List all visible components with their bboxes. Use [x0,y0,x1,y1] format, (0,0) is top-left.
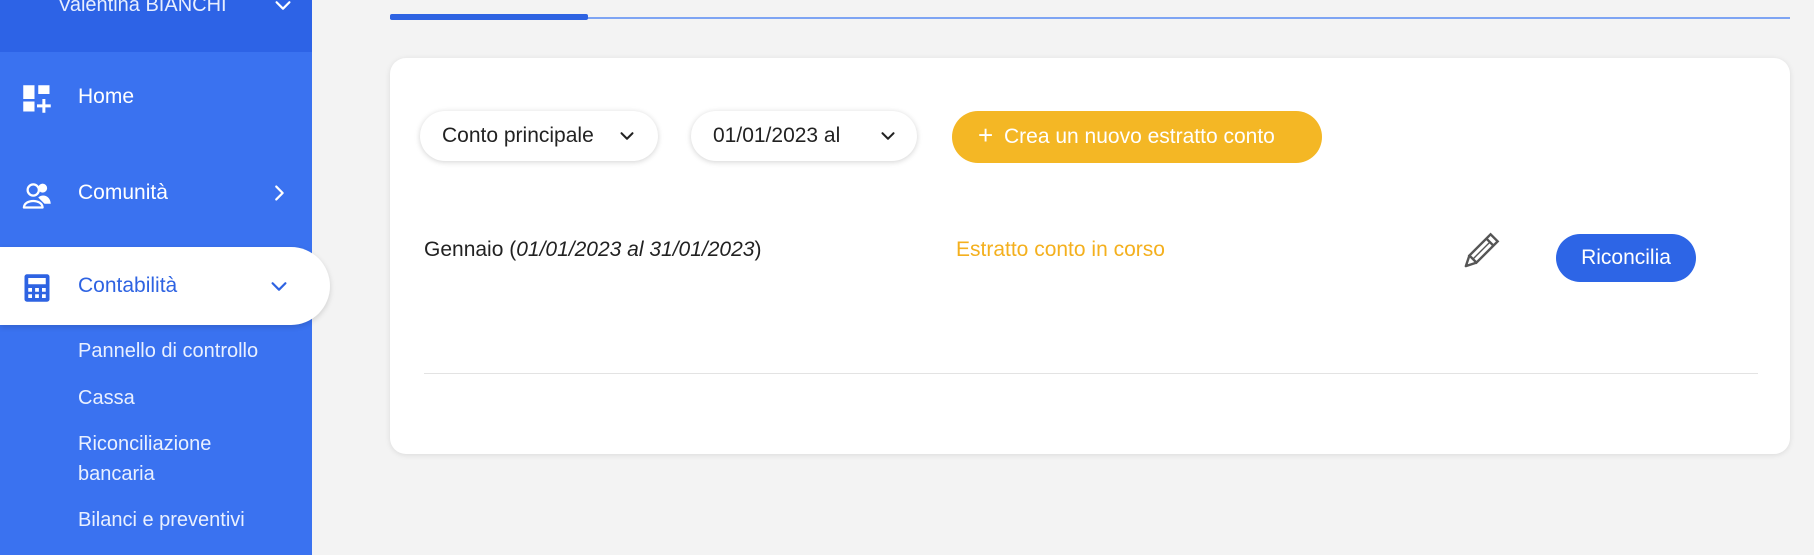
account-select-value: Conto principale [442,124,594,147]
subnav-cassa[interactable]: Cassa [78,383,135,413]
subnav-riconciliazione-bancaria[interactable]: Riconciliazione bancaria [78,429,278,489]
chevron-down-icon [620,132,634,140]
sidebar-item-contabilita[interactable]: Contabilità [0,247,330,325]
subnav-pannello-di-controllo[interactable]: Pannello di controllo [78,336,258,366]
user-name: Valentina BIANCHI [58,0,227,16]
subnav-bilanci-e-preventivi[interactable]: Bilanci e preventivi [78,505,245,535]
chevron-down-icon [881,132,895,140]
chevron-down-icon[interactable] [272,0,294,16]
date-select[interactable]: 01/01/2023 al [691,111,917,161]
dashboard-icon [23,85,51,113]
statement-dates: 01/01/2023 al 31/01/2023 [516,238,755,261]
tabs-underline [390,17,1790,19]
sidebar-item-comunita[interactable]: Comunità [0,154,312,230]
account-select[interactable]: Conto principale [420,111,658,161]
row-divider [424,373,1758,374]
create-statement-label: Crea un nuovo estratto conto [1004,125,1275,148]
statement-row: Gennaio (01/01/2023 al 31/01/2023) Estra… [424,208,1758,374]
statement-card: Conto principale 01/01/2023 al + Crea un… [390,58,1790,454]
sidebar-item-label: Home [78,85,135,108]
pencil-icon[interactable] [1456,228,1504,276]
active-tab-indicator[interactable] [390,14,588,20]
sidebar-item-home[interactable]: Home [0,58,312,134]
chevron-down-icon [271,282,287,291]
sidebar-item-label: Comunità [78,181,168,204]
users-icon [22,183,51,209]
statement-period: Gennaio (01/01/2023 al 31/01/2023) [424,238,762,261]
plus-icon: + [978,120,994,150]
reconcile-button[interactable]: Riconcilia [1556,234,1696,282]
chevron-right-icon [275,185,284,201]
user-menu[interactable]: Valentina BIANCHI [0,0,312,52]
calculator-icon [24,274,50,302]
sidebar-item-label: Contabilità [78,274,178,297]
date-select-value: 01/01/2023 al [713,124,841,147]
sidebar: Valentina BIANCHI Home Comunità Contabil… [0,0,330,555]
statement-month: Gennaio [424,238,504,261]
create-statement-button[interactable]: + Crea un nuovo estratto conto [952,111,1322,163]
statement-status: Estratto conto in corso [956,238,1165,261]
